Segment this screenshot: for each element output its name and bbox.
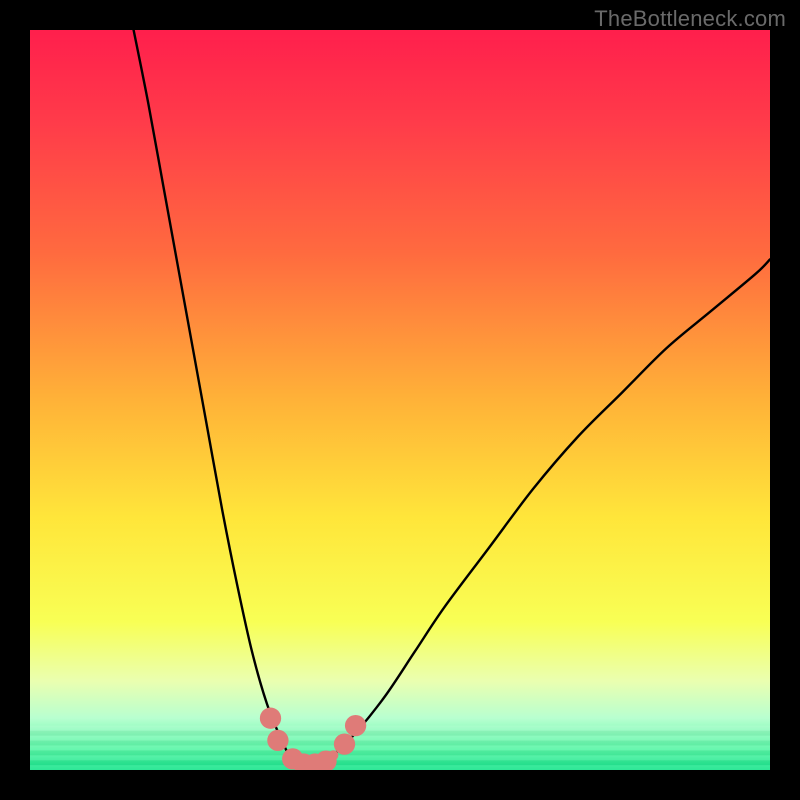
outer-frame: TheBottleneck.com xyxy=(0,0,800,800)
watermark-text: TheBottleneck.com xyxy=(594,6,786,32)
chart-svg xyxy=(30,30,770,770)
left-marker-upper xyxy=(260,708,281,729)
chart-plot-area xyxy=(30,30,770,770)
right-marker-upper xyxy=(345,715,366,736)
right-marker-lower xyxy=(334,733,355,754)
bottom-band xyxy=(30,726,770,770)
left-marker-lower xyxy=(267,730,288,751)
chart-background xyxy=(30,30,770,770)
